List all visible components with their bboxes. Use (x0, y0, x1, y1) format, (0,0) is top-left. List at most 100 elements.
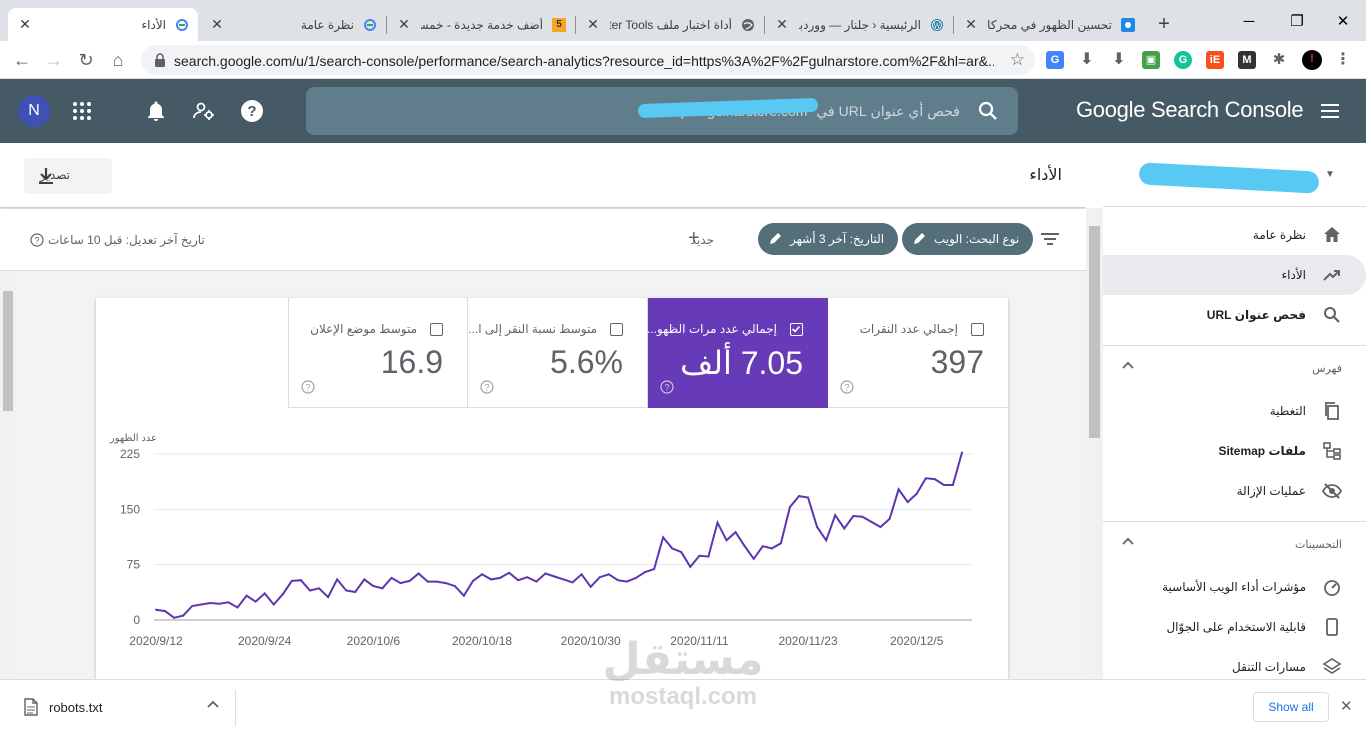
help-circle-icon[interactable]: ? (660, 380, 674, 394)
data-point[interactable] (933, 478, 936, 481)
filter-icon[interactable] (1040, 231, 1060, 247)
reload-icon[interactable]: ↻ (74, 48, 98, 72)
data-point[interactable] (616, 579, 619, 582)
user-settings-icon[interactable] (192, 99, 216, 123)
data-point[interactable] (951, 483, 954, 486)
metric-ctr[interactable]: متوسط نسبة النقر إلى ا... 5.6% ? (468, 298, 648, 408)
data-point[interactable] (318, 587, 321, 590)
sidebar-item-url-inspection[interactable]: فحص عنوان URL (1103, 295, 1366, 335)
data-point[interactable] (526, 576, 529, 579)
data-point[interactable] (535, 580, 538, 583)
restore-icon[interactable]: ❐ (1274, 8, 1320, 36)
data-point[interactable] (897, 488, 900, 491)
data-point[interactable] (689, 565, 692, 568)
data-point[interactable] (290, 579, 293, 582)
data-point[interactable] (734, 531, 737, 534)
data-point[interactable] (607, 573, 610, 576)
close-icon[interactable]: ✕ (396, 16, 412, 32)
brand-logo[interactable]: Google Search Console (1076, 97, 1304, 123)
data-point[interactable] (879, 526, 882, 529)
data-point[interactable] (272, 603, 275, 606)
profile-icon[interactable]: ! (1302, 50, 1322, 70)
data-point[interactable] (843, 527, 846, 530)
data-point[interactable] (363, 578, 366, 581)
scrollbar-thumb[interactable] (1089, 226, 1100, 438)
sidebar-item-performance[interactable]: الأداء (1103, 255, 1366, 295)
translate-extension-icon[interactable]: G (1046, 51, 1064, 69)
data-point[interactable] (788, 506, 791, 509)
sidebar-item-overview[interactable]: نظرة عامة (1103, 215, 1366, 255)
checkbox[interactable] (610, 323, 623, 336)
avatar[interactable]: N (18, 95, 50, 127)
data-point[interactable] (634, 576, 637, 579)
extensions-puzzle-icon[interactable]: ✱ (1270, 51, 1288, 69)
data-point[interactable] (308, 589, 311, 592)
chevron-down-icon[interactable]: ▼ (1325, 169, 1335, 180)
data-point[interactable] (589, 585, 592, 588)
data-point[interactable] (779, 542, 782, 545)
data-point[interactable] (444, 582, 447, 585)
green-extension-icon[interactable]: ▣ (1142, 51, 1160, 69)
data-point[interactable] (544, 572, 547, 575)
sidebar-item-coverage[interactable]: التغطية (1103, 391, 1366, 431)
export-button[interactable]: تصدير (24, 158, 112, 194)
data-point[interactable] (182, 614, 185, 617)
data-point[interactable] (553, 575, 556, 578)
sidebar-item-removals[interactable]: عمليات الإزالة (1103, 471, 1366, 511)
data-point[interactable] (761, 545, 764, 548)
data-point[interactable] (807, 496, 810, 499)
data-point[interactable] (254, 600, 257, 603)
data-point[interactable] (327, 596, 330, 599)
data-point[interactable] (354, 590, 357, 593)
data-point[interactable] (707, 555, 710, 558)
data-point[interactable] (499, 576, 502, 579)
metric-impressions[interactable]: إجمالي عدد مرات الظهو... 7.05 ألف ? (647, 298, 828, 408)
notifications-bell-icon[interactable] (144, 99, 168, 123)
close-icon[interactable]: ✕ (585, 16, 601, 32)
forward-icon[interactable]: → (42, 48, 66, 72)
data-point[interactable] (173, 616, 176, 619)
data-point[interactable] (263, 592, 266, 595)
data-point[interactable] (680, 551, 683, 554)
home-icon[interactable]: ⌂ (106, 48, 130, 72)
chevron-up-icon[interactable] (1121, 536, 1135, 546)
checkbox[interactable] (971, 323, 984, 336)
data-point[interactable] (508, 571, 511, 574)
data-point[interactable] (372, 585, 375, 588)
data-point[interactable] (698, 554, 701, 557)
data-point[interactable] (417, 572, 420, 575)
data-point[interactable] (562, 578, 565, 581)
data-point[interactable] (571, 581, 574, 584)
data-point[interactable] (906, 500, 909, 503)
sidebar-section-index[interactable]: فهرس (1103, 345, 1366, 385)
close-icon[interactable]: ✕ (774, 16, 790, 32)
data-point[interactable] (399, 582, 402, 585)
data-point[interactable] (390, 576, 393, 579)
data-point[interactable] (870, 520, 873, 523)
data-point[interactable] (345, 589, 348, 592)
data-point[interactable] (453, 585, 456, 588)
data-point[interactable] (281, 593, 284, 596)
url-inspect-search-input[interactable]: فحص أي عنوان URL في "https://gulnarstore… (306, 87, 1018, 135)
data-point[interactable] (915, 492, 918, 495)
data-point[interactable] (797, 495, 800, 498)
data-point[interactable] (155, 608, 157, 611)
close-icon[interactable]: ✕ (963, 16, 979, 32)
data-point[interactable] (861, 515, 864, 518)
date-range-chip[interactable]: التاريخ: آخر 3 أشهر (758, 223, 899, 255)
property-selector[interactable]: ▼ (1103, 143, 1366, 207)
data-point[interactable] (644, 571, 647, 574)
data-point[interactable] (625, 580, 628, 583)
window-close-icon[interactable]: ✕ (1320, 8, 1366, 36)
search-icon[interactable] (976, 99, 1000, 123)
bookmark-star-icon[interactable]: ☆ (1010, 50, 1025, 70)
data-point[interactable] (852, 514, 855, 517)
help-circle-icon[interactable]: ? (301, 380, 315, 394)
help-circle-icon[interactable]: ? (30, 233, 44, 247)
back-icon[interactable]: ← (10, 48, 34, 72)
impressions-line-chart[interactable]: عدد الظهور 075150225 2020/9/12 2020/9/24 2… (96, 408, 1008, 679)
metric-clicks[interactable]: إجمالي عدد النقرات 397 ? (828, 298, 1008, 408)
scrollbar-thumb[interactable] (3, 291, 13, 411)
sidebar-item-core-web-vitals[interactable]: مؤشرات أداء الويب الأساسية (1103, 567, 1366, 607)
tab-seo[interactable]: تحسين الظهور في محركات البحث ✕ (954, 8, 1144, 41)
